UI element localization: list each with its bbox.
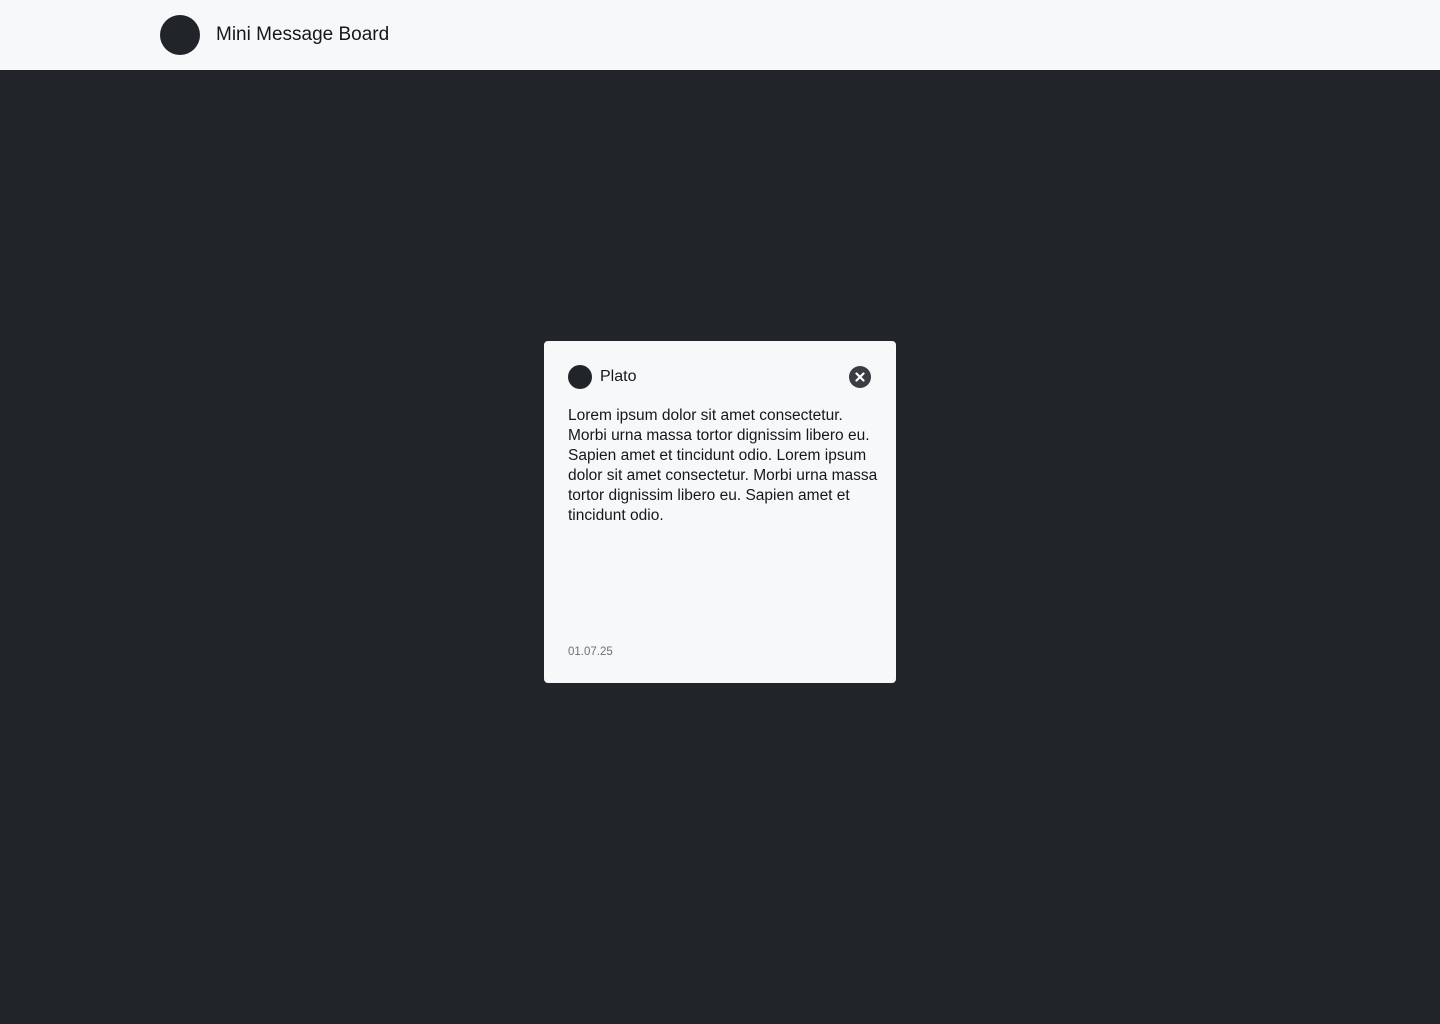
message-card: Plato Lorem ipsum dolor sit amet consect… (544, 341, 896, 683)
message-date: 01.07.25 (568, 646, 613, 658)
close-icon (855, 372, 865, 382)
close-button[interactable] (849, 366, 871, 388)
app-header: Mini Message Board (0, 0, 1440, 70)
author-name: Plato (600, 368, 637, 385)
user-avatar-icon (568, 365, 592, 389)
app-title: Mini Message Board (216, 24, 390, 45)
message-body: Lorem ipsum dolor sit amet consectetur. … (568, 407, 878, 524)
circle-logo-icon[interactable] (160, 15, 200, 55)
